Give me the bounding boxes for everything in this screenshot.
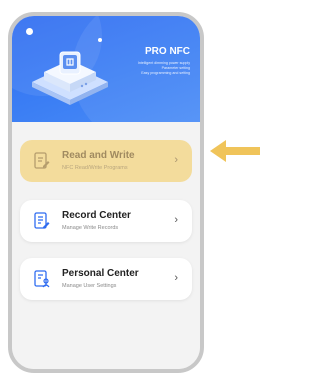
menu-item-subtitle: Manage Write Records — [62, 225, 119, 231]
feature-item: Easy programming and setting — [141, 71, 190, 76]
phone-frame: PRO NFC Intelligent dimming power supply… — [8, 12, 204, 373]
left-arrow-icon — [210, 140, 260, 162]
app-title: PRO NFC — [145, 46, 190, 57]
chevron-right-icon: › — [174, 214, 178, 226]
chevron-right-icon: › — [174, 272, 178, 284]
menu-item-subtitle: Manage User Settings — [62, 283, 117, 289]
app-header: PRO NFC Intelligent dimming power supply… — [12, 16, 200, 122]
menu-item-title: Personal Center — [62, 268, 139, 279]
menu-item-subtitle: NFC Read/Write Programs — [62, 165, 128, 171]
chevron-right-icon: › — [174, 154, 178, 166]
menu-item-title: Record Center — [62, 210, 131, 221]
decor-dot — [26, 28, 33, 35]
records-icon — [34, 212, 50, 229]
menu-item-record-center[interactable]: Record Center Manage Write Records › — [20, 200, 192, 242]
menu-item-read-write[interactable]: Read and Write NFC Read/Write Programs › — [20, 140, 192, 182]
feature-list: Intelligent dimming power supply Paramet… — [100, 61, 190, 77]
nfc-device-icon — [32, 51, 108, 105]
edit-document-icon — [34, 152, 50, 169]
menu-item-personal-center[interactable]: Personal Center Manage User Settings › — [20, 258, 192, 300]
menu-item-title: Read and Write — [62, 150, 135, 161]
menu-list: Read and Write NFC Read/Write Programs ›… — [12, 122, 200, 369]
user-settings-icon — [34, 270, 50, 288]
